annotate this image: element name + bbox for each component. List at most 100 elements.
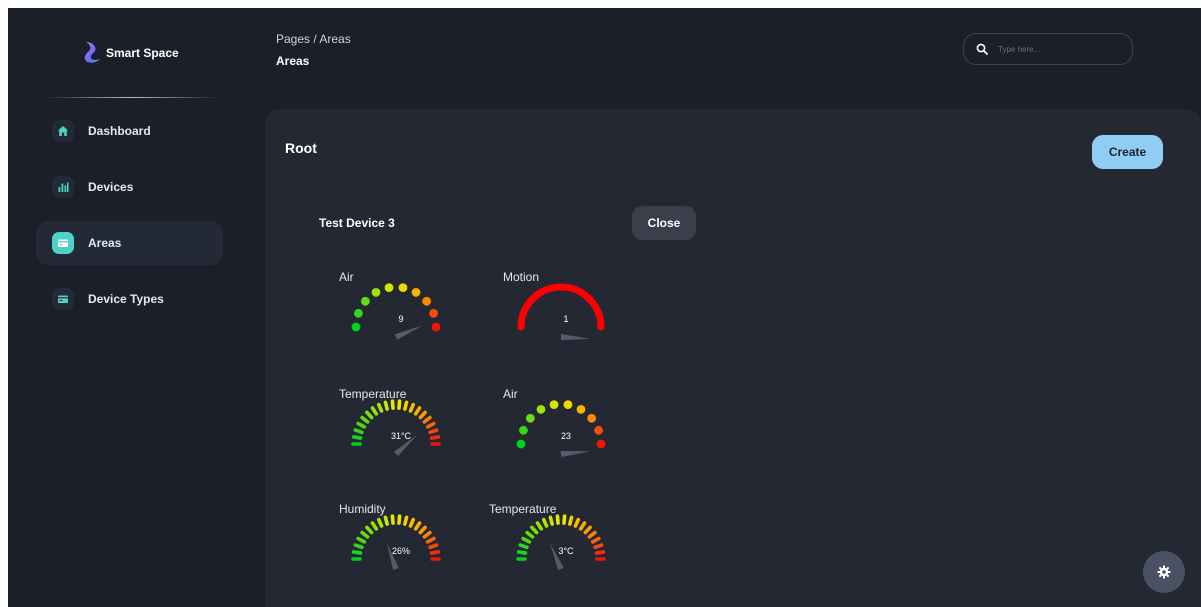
gauge-segment <box>403 400 409 411</box>
card-icon <box>52 232 74 254</box>
sidebar-item-device-types[interactable]: Device Types <box>36 277 223 321</box>
gauge-segment <box>351 435 363 440</box>
gauge-segment <box>535 521 544 531</box>
gauge-segment <box>360 415 370 424</box>
gauge-segment <box>518 543 529 550</box>
gauge-segment <box>408 517 416 528</box>
gauge-segment <box>536 404 546 414</box>
gauge-value: 26% <box>391 546 410 556</box>
gauge-segment <box>578 521 587 531</box>
gauge-segment <box>397 514 402 525</box>
gauge-segment <box>516 439 526 449</box>
gauge-segment <box>403 515 409 526</box>
gauge-segment <box>594 550 606 555</box>
gauge-segment <box>351 322 361 332</box>
bar-chart-icon <box>52 176 74 198</box>
card-icon <box>52 288 74 310</box>
brand-logo[interactable]: Smart Space <box>80 38 200 68</box>
gauge-segment <box>425 536 436 544</box>
create-button[interactable]: Create <box>1092 135 1163 169</box>
gauge-segment <box>431 322 441 332</box>
gauge-segment <box>530 525 539 535</box>
gauge-segment <box>429 308 438 318</box>
gauge-segment <box>563 400 573 410</box>
search-box[interactable] <box>963 33 1133 65</box>
settings-button[interactable] <box>1143 551 1185 593</box>
sidebar-item-devices[interactable]: Devices <box>36 165 223 209</box>
gauge-segment <box>354 308 363 318</box>
gauge-segment <box>525 530 535 539</box>
app-name: Smart Space <box>106 46 179 60</box>
gauge-value: 23 <box>560 431 571 441</box>
gauge-segment <box>429 550 441 555</box>
gauge-value: 9 <box>398 314 404 324</box>
gauge-segment <box>360 296 370 306</box>
area-card: Root Create Test Device 3 Close Air 9 Mo… <box>265 109 1201 607</box>
gauge-segment <box>596 439 606 449</box>
device-title: Test Device 3 <box>319 216 395 230</box>
gauge-segment <box>519 425 528 435</box>
search-icon <box>976 43 988 55</box>
gauge-segment <box>587 413 597 423</box>
gauge-segment <box>568 515 574 526</box>
gauge-value: 1 <box>563 314 569 324</box>
sidebar-item-areas[interactable]: Areas <box>36 221 223 265</box>
gauge <box>516 514 606 571</box>
gauge-segment <box>428 543 439 550</box>
gauge-segment <box>593 543 604 550</box>
gauge-needle <box>394 325 423 340</box>
gauge-segment <box>356 536 367 544</box>
gauge-segment <box>573 517 581 528</box>
gauge-segment <box>525 413 535 423</box>
sidebar: Smart Space Dashboard Devices Areas Devi… <box>8 8 238 607</box>
gauge-segment <box>371 287 381 297</box>
gauge-segment <box>376 402 384 413</box>
sidebar-divider <box>44 97 220 98</box>
gauge <box>516 400 606 457</box>
gauge-needle <box>560 451 591 457</box>
gauge-segment <box>562 514 567 525</box>
gauge-segment <box>356 421 367 429</box>
gauge-segment <box>541 517 549 528</box>
gauge <box>351 514 441 570</box>
gauge <box>351 399 441 457</box>
sidebar-item-dashboard[interactable]: Dashboard <box>36 109 223 153</box>
gauge-segment <box>353 428 364 435</box>
gauge-segment <box>411 287 421 297</box>
gear-icon <box>1157 565 1171 579</box>
gauge-segment <box>413 521 422 531</box>
area-title: Root <box>285 140 317 156</box>
sidebar-item-label: Dashboard <box>88 124 151 138</box>
sidebar-item-label: Areas <box>88 236 122 250</box>
gauge <box>351 283 441 340</box>
app-window: Smart Space Dashboard Devices Areas Devi… <box>8 8 1201 607</box>
gauge-segment <box>365 525 374 535</box>
gauge-segment <box>587 530 597 539</box>
gauge-segment <box>555 514 560 525</box>
gauge-value: 3°C <box>558 546 574 556</box>
gauge-segment <box>548 515 554 526</box>
gauge-segment <box>390 399 395 410</box>
gauge-segment <box>428 428 439 435</box>
gauge-segment <box>376 517 384 528</box>
gauge-segment <box>594 425 603 435</box>
gauge-segment <box>576 404 586 414</box>
search-input[interactable] <box>996 43 1110 55</box>
gauge-segment <box>383 515 389 526</box>
gauge-segment <box>353 543 364 550</box>
gauge-segment <box>408 402 416 413</box>
gauge-segment <box>418 410 427 420</box>
gauge-segment <box>365 410 374 420</box>
sidebar-item-label: Devices <box>88 180 134 194</box>
gauge-segment <box>418 525 427 535</box>
gauge-segment <box>360 530 370 539</box>
gauge-segment <box>422 296 432 306</box>
gauge-segment <box>425 421 436 429</box>
gauge-segment <box>422 415 432 424</box>
gauge-segment <box>422 530 432 539</box>
close-button[interactable]: Close <box>632 206 696 240</box>
gauge-segment <box>390 514 395 525</box>
gauge-segment <box>398 283 408 293</box>
breadcrumb: Pages / Areas <box>276 32 351 46</box>
gauge-segment <box>351 550 363 555</box>
